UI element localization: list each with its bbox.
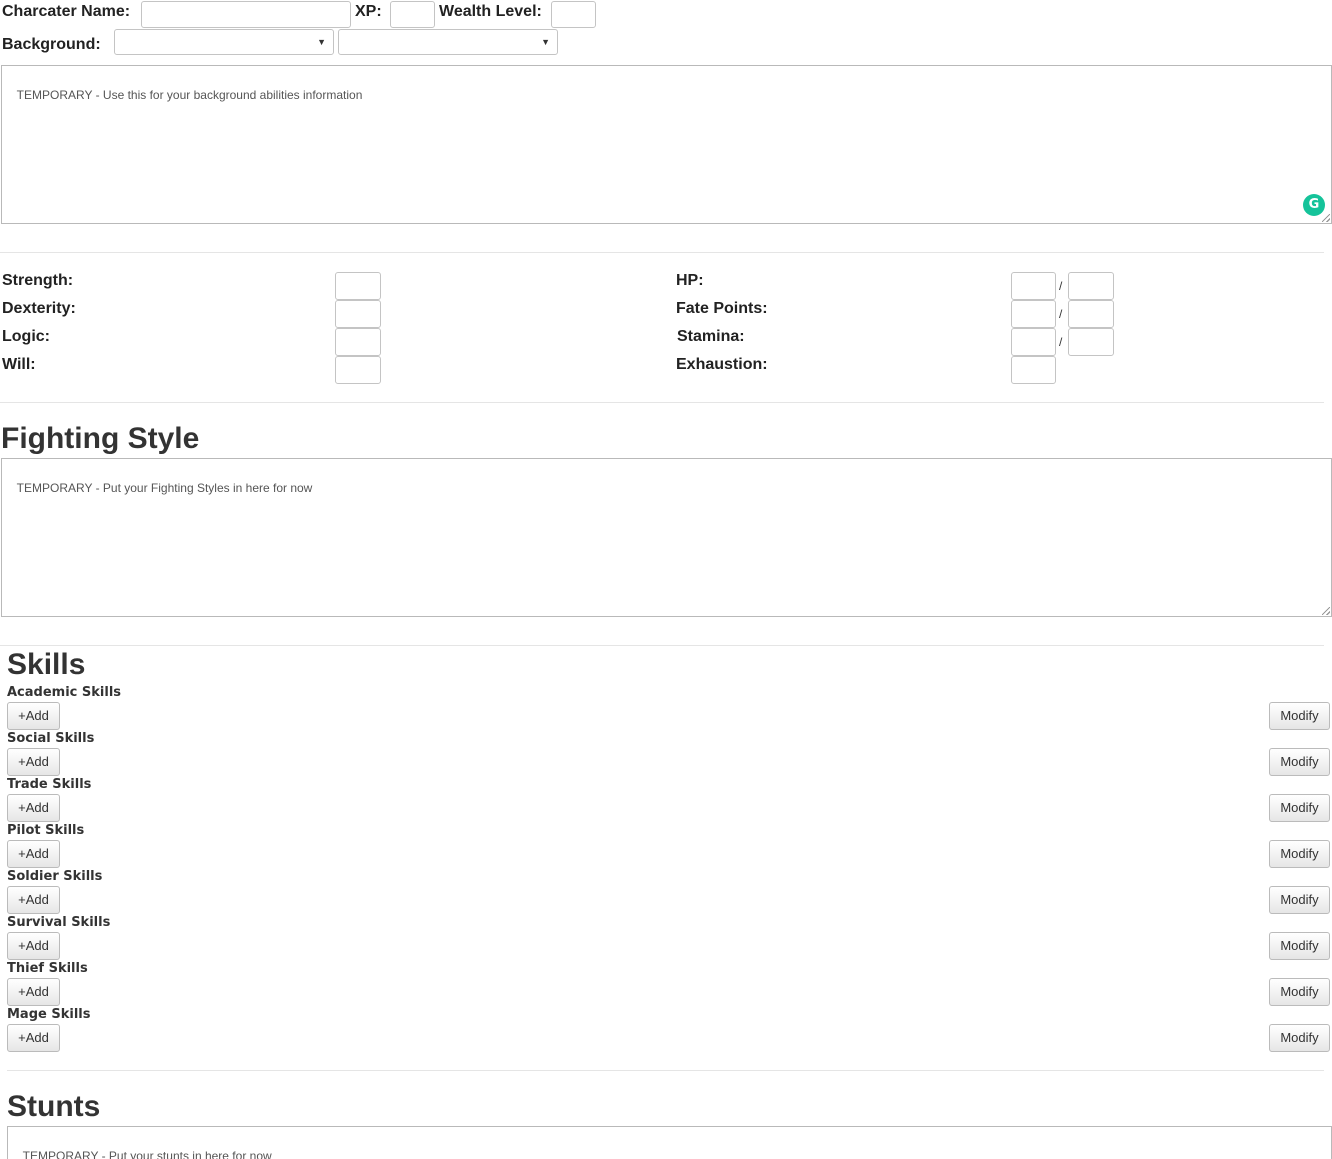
background-label: Background:	[2, 36, 101, 53]
grammarly-icon[interactable]: G	[1303, 194, 1325, 216]
wealth-level-input[interactable]	[551, 1, 596, 28]
strength-input[interactable]	[335, 272, 381, 300]
resize-handle-icon[interactable]	[1322, 214, 1330, 222]
stamina-current-input[interactable]	[1011, 328, 1056, 356]
hp-current-input[interactable]	[1011, 272, 1056, 300]
modify-academic-skills-button[interactable]: Modify	[1269, 702, 1330, 730]
background-select-secondary[interactable]: ▼	[338, 29, 558, 55]
skill-category-label: Pilot Skills	[7, 823, 85, 838]
skill-category-label: Soldier Skills	[7, 869, 103, 884]
fate-points-label: Fate Points:	[676, 300, 768, 317]
modify-trade-skills-button[interactable]: Modify	[1269, 794, 1330, 822]
wealth-level-label: Wealth Level:	[439, 3, 542, 20]
will-input[interactable]	[335, 356, 381, 384]
fate-points-max-input[interactable]	[1068, 300, 1114, 328]
divider	[0, 252, 1324, 253]
add-survival-skill-button[interactable]: +Add	[7, 932, 60, 960]
divider	[7, 1070, 1324, 1071]
skill-category-label: Mage Skills	[7, 1007, 91, 1022]
exhaustion-input[interactable]	[1011, 356, 1056, 384]
background-abilities-text: TEMPORARY - Use this for your background…	[16, 88, 363, 102]
background-select-primary[interactable]: ▼	[114, 29, 334, 55]
dexterity-label: Dexterity:	[2, 300, 76, 317]
hp-max-input[interactable]	[1068, 272, 1114, 300]
xp-input[interactable]	[390, 1, 435, 28]
fate-points-current-input[interactable]	[1011, 300, 1056, 328]
modify-pilot-skills-button[interactable]: Modify	[1269, 840, 1330, 868]
hp-label: HP:	[676, 272, 704, 289]
stunts-heading: Stunts	[7, 1090, 101, 1123]
divider	[0, 645, 1324, 646]
exhaustion-label: Exhaustion:	[676, 356, 768, 373]
background-abilities-textarea[interactable]: TEMPORARY - Use this for your background…	[1, 65, 1332, 224]
stunts-textarea[interactable]: TEMPORARY - Put your stunts in here for …	[7, 1126, 1332, 1159]
add-soldier-skill-button[interactable]: +Add	[7, 886, 60, 914]
fate-points-separator: /	[1059, 307, 1063, 321]
stamina-label: Stamina:	[677, 328, 745, 345]
stamina-separator: /	[1059, 335, 1063, 349]
character-name-input[interactable]	[141, 1, 351, 28]
skill-category-label: Survival Skills	[7, 915, 111, 930]
skill-category-label: Social Skills	[7, 731, 95, 746]
skill-category-label: Trade Skills	[7, 777, 92, 792]
add-social-skill-button[interactable]: +Add	[7, 748, 60, 776]
logic-label: Logic:	[2, 328, 50, 345]
dexterity-input[interactable]	[335, 300, 381, 328]
dropdown-arrow-icon: ▼	[317, 37, 326, 47]
modify-survival-skills-button[interactable]: Modify	[1269, 932, 1330, 960]
logic-input[interactable]	[335, 328, 381, 356]
resize-handle-icon[interactable]	[1322, 607, 1330, 615]
stunts-text: TEMPORARY - Put your stunts in here for …	[22, 1149, 272, 1159]
add-trade-skill-button[interactable]: +Add	[7, 794, 60, 822]
stamina-max-input[interactable]	[1068, 328, 1114, 356]
will-label: Will:	[2, 356, 36, 373]
skill-category-label: Academic Skills	[7, 685, 122, 700]
divider	[0, 402, 1324, 403]
fighting-style-text: TEMPORARY - Put your Fighting Styles in …	[16, 481, 313, 495]
character-name-label: Charcater Name:	[2, 3, 131, 20]
fighting-style-textarea[interactable]: TEMPORARY - Put your Fighting Styles in …	[1, 458, 1332, 617]
add-mage-skill-button[interactable]: +Add	[7, 1024, 60, 1052]
skill-category-label: Thief Skills	[7, 961, 88, 976]
fighting-style-heading: Fighting Style	[1, 422, 200, 455]
hp-separator: /	[1059, 279, 1063, 293]
xp-label: XP:	[355, 3, 382, 20]
add-thief-skill-button[interactable]: +Add	[7, 978, 60, 1006]
dropdown-arrow-icon: ▼	[541, 37, 550, 47]
modify-mage-skills-button[interactable]: Modify	[1269, 1024, 1330, 1052]
strength-label: Strength:	[2, 272, 74, 289]
modify-social-skills-button[interactable]: Modify	[1269, 748, 1330, 776]
add-academic-skill-button[interactable]: +Add	[7, 702, 60, 730]
skills-heading: Skills	[7, 648, 86, 681]
add-pilot-skill-button[interactable]: +Add	[7, 840, 60, 868]
modify-soldier-skills-button[interactable]: Modify	[1269, 886, 1330, 914]
modify-thief-skills-button[interactable]: Modify	[1269, 978, 1330, 1006]
